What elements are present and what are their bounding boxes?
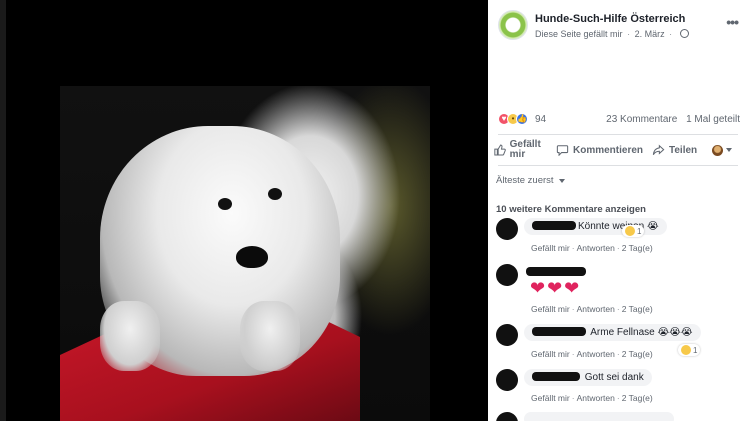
comment-reaction-chip[interactable]: 1 <box>622 225 645 237</box>
action-bar: Gefällt mir Kommentieren Teilen <box>494 136 740 164</box>
shares-count[interactable]: 1 Mal geteilt <box>686 114 740 125</box>
reaction-count: 1 <box>637 227 642 236</box>
comments-count[interactable]: 23 Kommentare <box>606 114 677 125</box>
share-label: Teilen <box>669 144 698 156</box>
share-icon <box>652 144 665 155</box>
avatar[interactable] <box>496 369 518 391</box>
comment-time[interactable]: 2 Tag(e) <box>622 304 653 314</box>
comment-icon <box>556 145 569 156</box>
dog-photo[interactable] <box>60 86 430 421</box>
photo-viewer <box>0 0 488 421</box>
viewer-edge <box>0 0 6 421</box>
more-dots-icon[interactable]: ••• <box>726 14 739 30</box>
dog-nose <box>236 246 268 268</box>
heart-emojis: ❤❤❤ <box>530 278 582 299</box>
like-label: Gefällt mir <box>509 139 541 160</box>
redacted-name <box>526 267 586 276</box>
post-stats: ♥ • 👍 94 23 Kommentare 1 Mal geteilt <box>498 112 740 128</box>
comment-meta: Gefällt mir · Antworten · 2 Tag(e) <box>531 304 653 314</box>
comment-sort[interactable]: Älteste zuerst <box>496 175 566 186</box>
sad-reaction-icon <box>681 345 691 355</box>
chevron-down-icon <box>726 148 732 152</box>
comment-time[interactable]: 2 Tag(e) <box>622 349 653 359</box>
chevron-down-icon <box>559 179 566 183</box>
post-date[interactable]: 2. März <box>635 29 665 39</box>
like-reaction-icon: 👍 <box>516 113 528 125</box>
comment-text: Gott sei dank <box>584 372 644 383</box>
comment-meta: Gefällt mir · Antworten · 2 Tag(e) <box>531 243 653 253</box>
comment-reply-link[interactable]: Antworten <box>577 304 615 314</box>
comment-bubble <box>524 412 674 421</box>
comment-bubble: Gott sei dank <box>524 369 652 386</box>
redacted-name <box>532 221 576 230</box>
comment-time[interactable]: 2 Tag(e) <box>622 243 653 253</box>
comment-label: Kommentieren <box>573 144 644 156</box>
avatar[interactable] <box>496 324 518 346</box>
comment-like-link[interactable]: Gefällt mir <box>531 393 570 403</box>
avatar[interactable] <box>496 264 518 286</box>
crying-emoji-icon: 😭😭😭 <box>657 327 693 338</box>
divider <box>498 134 738 135</box>
divider <box>498 165 738 166</box>
more-comments-link[interactable]: 10 weitere Kommentare anzeigen <box>496 204 646 215</box>
share-button[interactable]: Teilen <box>652 136 697 164</box>
reaction-icons[interactable]: ♥ • 👍 <box>498 113 528 125</box>
page-liked-link[interactable]: Diese Seite gefällt mir <box>535 29 623 39</box>
avatar[interactable] <box>496 218 518 240</box>
avatar[interactable] <box>496 412 518 421</box>
page-avatar[interactable] <box>498 10 528 40</box>
like-button[interactable]: Gefällt mir <box>494 136 554 164</box>
comment-like-link[interactable]: Gefällt mir <box>531 349 570 359</box>
comment-like-link[interactable]: Gefällt mir <box>531 243 570 253</box>
post-panel: Hunde-Such-Hilfe Österreich Diese Seite … <box>488 0 748 421</box>
separator: · <box>627 29 631 39</box>
reaction-count[interactable]: 94 <box>535 114 546 125</box>
dog-eye-right <box>268 188 282 200</box>
comment-time[interactable]: 2 Tag(e) <box>622 393 653 403</box>
dog-paw-right <box>240 301 300 371</box>
post-subline: Diese Seite gefällt mir · 2. März · <box>535 29 689 39</box>
comment-text: Arme Fellnase <box>590 327 655 338</box>
dog-paw-left <box>100 301 160 371</box>
user-avatar <box>712 144 723 156</box>
thumbs-up-icon <box>494 144 506 156</box>
page-name[interactable]: Hunde-Such-Hilfe Österreich <box>535 13 685 25</box>
comment-reply-link[interactable]: Antworten <box>577 393 615 403</box>
comment-bubble: Könnte weinen 😭 <box>524 218 667 235</box>
dog-eye-left <box>218 198 232 210</box>
comment-meta: Gefällt mir · Antworten · 2 Tag(e) <box>531 393 653 403</box>
comment-reply-link[interactable]: Antworten <box>577 349 615 359</box>
comment-like-link[interactable]: Gefällt mir <box>531 304 570 314</box>
redacted-name <box>532 372 580 381</box>
sort-label: Älteste zuerst <box>496 175 554 186</box>
sad-reaction-icon <box>625 226 635 236</box>
stats-right: 23 Kommentare 1 Mal geteilt <box>600 114 740 125</box>
separator: · <box>669 29 673 39</box>
comment-reaction-chip[interactable]: 1 <box>678 344 701 356</box>
globe-icon <box>679 29 689 38</box>
comment-meta: Gefällt mir · Antworten · 2 Tag(e) <box>531 349 653 359</box>
post-header: Hunde-Such-Hilfe Österreich Diese Seite … <box>498 10 739 44</box>
comment-bubble: Arme Fellnase 😭😭😭 <box>524 324 701 341</box>
redacted-name <box>532 327 586 336</box>
comment-reply-link[interactable]: Antworten <box>577 243 615 253</box>
audience-selector[interactable] <box>712 136 732 164</box>
reaction-count: 1 <box>693 346 698 355</box>
crying-emoji-icon: 😭 <box>646 221 659 232</box>
